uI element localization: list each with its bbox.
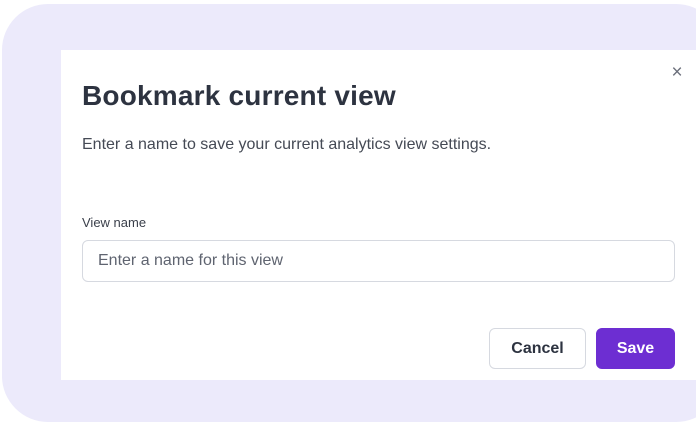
view-name-label: View name	[82, 215, 147, 230]
dialog-title: Bookmark current view	[82, 80, 396, 111]
close-icon[interactable]: ×	[666, 62, 688, 84]
dialog-description: Enter a name to save your current analyt…	[82, 136, 492, 153]
view-name-input[interactable]	[82, 240, 675, 282]
bookmark-view-dialog: × Bookmark current view Enter a name to …	[61, 50, 696, 380]
cancel-button[interactable]: Cancel	[489, 328, 586, 369]
save-button[interactable]: Save	[596, 328, 675, 369]
